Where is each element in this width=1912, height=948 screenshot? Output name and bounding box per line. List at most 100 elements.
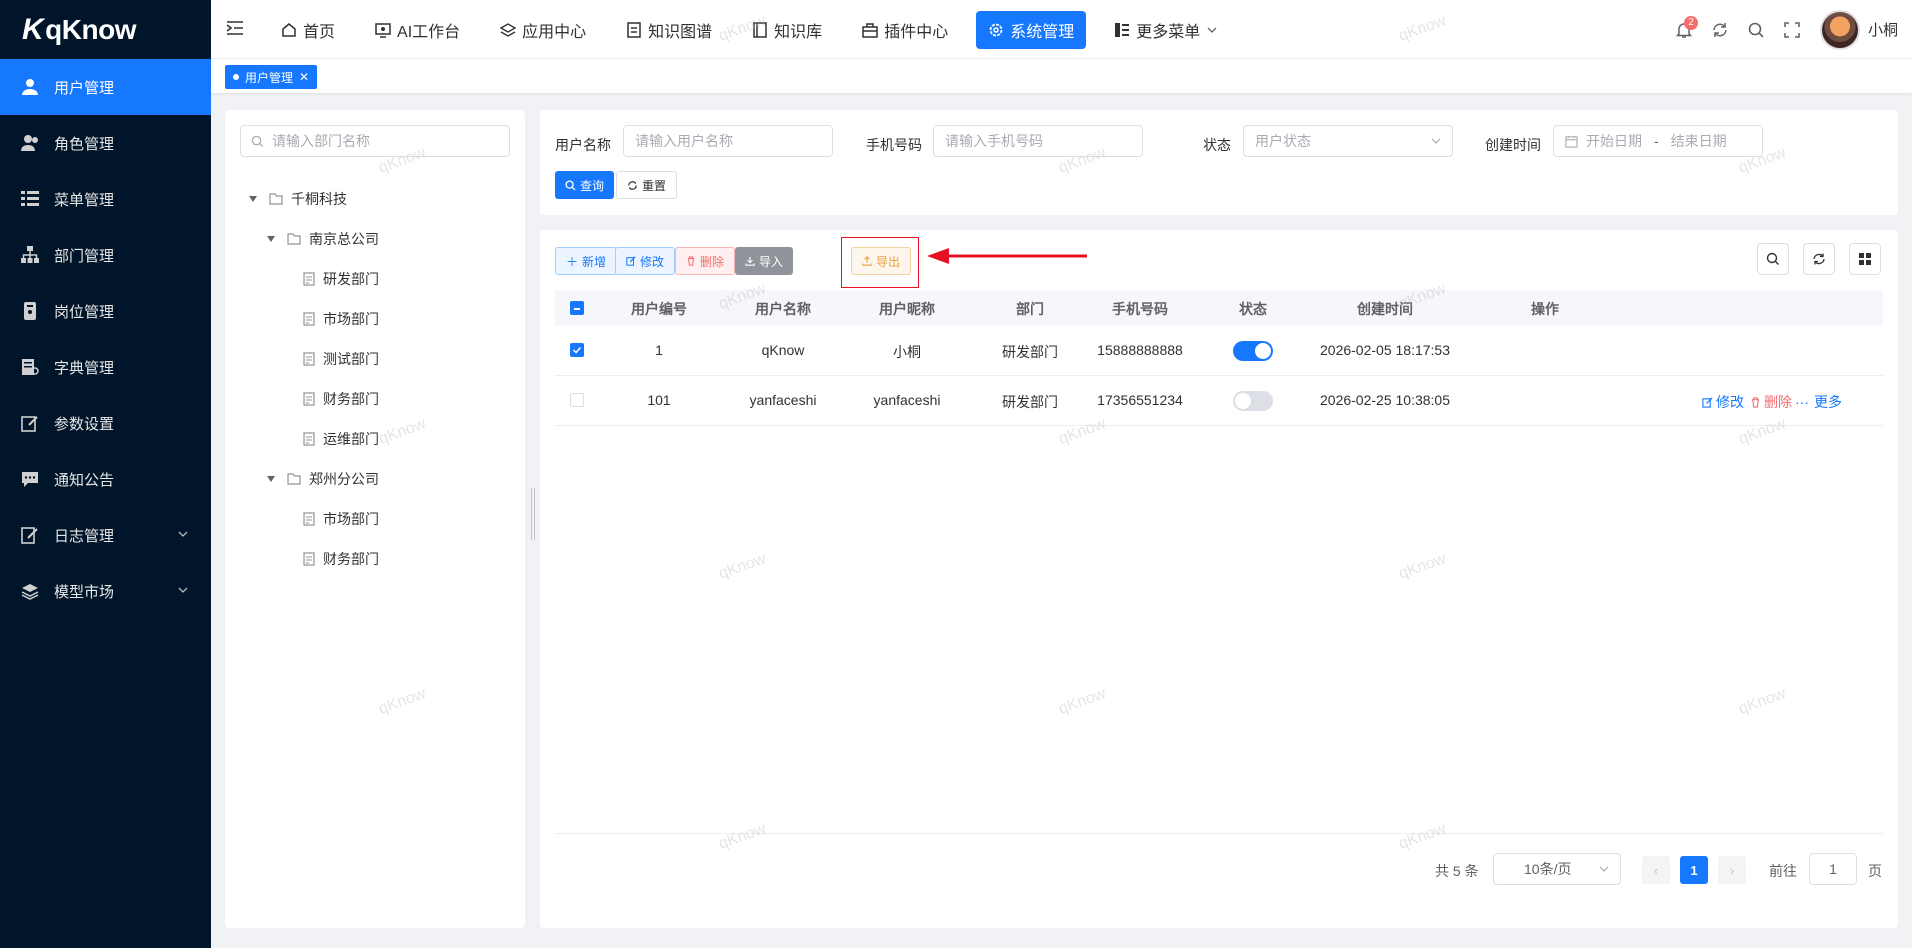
row-edit-link[interactable]: 修改	[1702, 392, 1744, 412]
folder-icon	[287, 473, 301, 485]
tree-node-group[interactable]: 南京总公司	[267, 229, 379, 249]
chevron-right-icon: ›	[1729, 862, 1735, 878]
tree-node-label: 研发部门	[323, 271, 379, 287]
next-page-button[interactable]: ›	[1718, 856, 1746, 884]
tree-node-leaf[interactable]: 测试部门	[303, 349, 379, 369]
username-label[interactable]: 小桐	[1868, 19, 1898, 40]
page-jump-input[interactable]: 1	[1809, 853, 1857, 885]
sidebar-item-notice[interactable]: 通知公告	[0, 451, 211, 507]
tree-node-leaf[interactable]: 财务部门	[303, 549, 379, 569]
tree-node-leaf[interactable]: 市场部门	[303, 309, 379, 329]
sidebar-item-label: 模型市场	[54, 583, 115, 601]
query-button[interactable]: 查询	[555, 171, 615, 199]
total-count: 共 5 条	[1435, 863, 1479, 879]
sidebar-item-settings[interactable]: 参数设置	[0, 395, 211, 451]
menu-list-icon	[20, 189, 40, 209]
nav-item-ai-workbench[interactable]: AI工作台	[363, 11, 472, 49]
app-logo[interactable]: K qKnow	[0, 0, 211, 59]
sidebar-item-menu-management[interactable]: 菜单管理	[0, 171, 211, 227]
tree-node-leaf[interactable]: 研发部门	[303, 269, 379, 289]
status-switch[interactable]	[1233, 341, 1273, 361]
close-icon[interactable]: ✕	[299, 70, 309, 84]
select-all-checkbox[interactable]	[570, 301, 584, 315]
sidebar-item-dept-management[interactable]: 部门管理	[0, 227, 211, 283]
graph-icon	[627, 22, 641, 38]
sidebar-item-label: 通知公告	[54, 471, 115, 489]
notification-button[interactable]: 2	[1666, 12, 1702, 48]
panel-resize-handle[interactable]	[531, 488, 535, 540]
avatar[interactable]	[1819, 9, 1860, 50]
collapse-sidebar-icon[interactable]	[225, 18, 245, 38]
table-row[interactable]: 101 yanfaceshi yanfaceshi 研发部门 173565512…	[555, 376, 1883, 426]
username-cell: yanfaceshi	[749, 392, 817, 408]
tree-node-group[interactable]: 郑州分公司	[267, 469, 379, 489]
prev-page-button[interactable]: ‹	[1642, 856, 1670, 884]
refresh-button[interactable]	[1702, 12, 1738, 48]
username-input[interactable]: 请输入用户名称	[623, 125, 833, 157]
import-icon	[745, 256, 755, 266]
status-select[interactable]: 用户状态	[1243, 125, 1453, 157]
nav-item-system-management[interactable]: 系统管理	[976, 11, 1087, 49]
fullscreen-button[interactable]	[1774, 12, 1810, 48]
nav-item-label: 更多菜单	[1136, 24, 1201, 41]
username-placeholder: 请输入用户名称	[635, 133, 733, 149]
row-delete-link[interactable]: 删除	[1750, 392, 1792, 412]
add-button[interactable]: ＋ 新增	[555, 247, 618, 275]
reset-button[interactable]: 重置	[616, 171, 678, 199]
tree-node-leaf[interactable]: 市场部门	[303, 509, 379, 529]
import-button[interactable]: 导入	[735, 247, 794, 275]
nav-item-knowledge-graph[interactable]: 知识图谱	[614, 11, 724, 49]
refresh-icon	[1713, 22, 1727, 37]
pagination-divider	[555, 833, 1883, 834]
table-row[interactable]: 1 qKnow 小桐 研发部门 15888888888 2026-02-05 1…	[555, 326, 1883, 376]
app-name: qKnow	[45, 13, 136, 45]
nav-item-more-menu[interactable]: 更多菜单	[1102, 11, 1230, 49]
search-button[interactable]	[1738, 12, 1774, 48]
tree-node-leaf[interactable]: 运维部门	[303, 429, 379, 449]
nav-item-label: 应用中心	[522, 24, 587, 41]
nav-item-plugin-center[interactable]: 插件中心	[850, 11, 960, 49]
sidebar-item-dict-management[interactable]: 字典管理	[0, 339, 211, 395]
page-size-select[interactable]: 10条/页	[1493, 853, 1621, 885]
refresh-table-button[interactable]	[1803, 243, 1835, 275]
row-more-label: 更多	[1814, 394, 1842, 410]
jump-prefix: 前往	[1769, 863, 1797, 879]
chevron-down-icon	[178, 587, 188, 593]
sidebar-item-user-management[interactable]: 用户管理	[0, 59, 211, 115]
tree-node-root[interactable]: 千桐科技	[249, 189, 347, 209]
sidebar-item-role-management[interactable]: 角色管理	[0, 115, 211, 171]
dept-search-input[interactable]: 请输入部门名称	[240, 125, 510, 157]
org-tree-icon	[20, 245, 40, 265]
dictionary-icon	[20, 357, 40, 377]
refresh-icon	[628, 180, 637, 190]
nav-item-app-center[interactable]: 应用中心	[488, 11, 598, 49]
toggle-search-button[interactable]	[1757, 243, 1789, 275]
date-range-picker[interactable]: 开始日期 - 结束日期	[1553, 125, 1763, 157]
edit-button[interactable]: 修改	[615, 247, 676, 275]
reset-button-label: 重置	[642, 178, 667, 193]
nav-item-home[interactable]: 首页	[269, 11, 347, 49]
sidebar-item-label: 用户管理	[54, 79, 115, 97]
book-icon	[753, 22, 767, 38]
tab-user-management[interactable]: 用户管理 ✕	[225, 65, 318, 89]
column-header: 用户名称	[755, 301, 811, 317]
document-icon	[303, 272, 315, 286]
delete-button[interactable]: 删除	[675, 247, 736, 275]
row-checkbox[interactable]	[570, 343, 584, 357]
column-settings-button[interactable]	[1849, 243, 1881, 275]
sidebar-item-model-market[interactable]: 模型市场	[0, 563, 211, 619]
sidebar-item-log-management[interactable]: 日志管理	[0, 507, 211, 563]
phone-input[interactable]: 请输入手机号码	[933, 125, 1143, 157]
tree-node-leaf[interactable]: 财务部门	[303, 389, 379, 409]
row-more-link[interactable]: ··· 更多	[1795, 392, 1842, 412]
nav-item-knowledge-base[interactable]: 知识库	[740, 11, 834, 49]
status-switch[interactable]	[1233, 391, 1273, 411]
nav-item-label: 知识库	[774, 24, 823, 41]
user-id-cell: 1	[655, 342, 663, 358]
row-checkbox[interactable]	[570, 393, 584, 407]
edit-icon	[626, 256, 636, 266]
sidebar-item-post-management[interactable]: 岗位管理	[0, 283, 211, 339]
column-header: 用户编号	[631, 301, 687, 317]
page-number-button[interactable]: 1	[1680, 856, 1708, 884]
gear-icon	[989, 23, 1003, 37]
